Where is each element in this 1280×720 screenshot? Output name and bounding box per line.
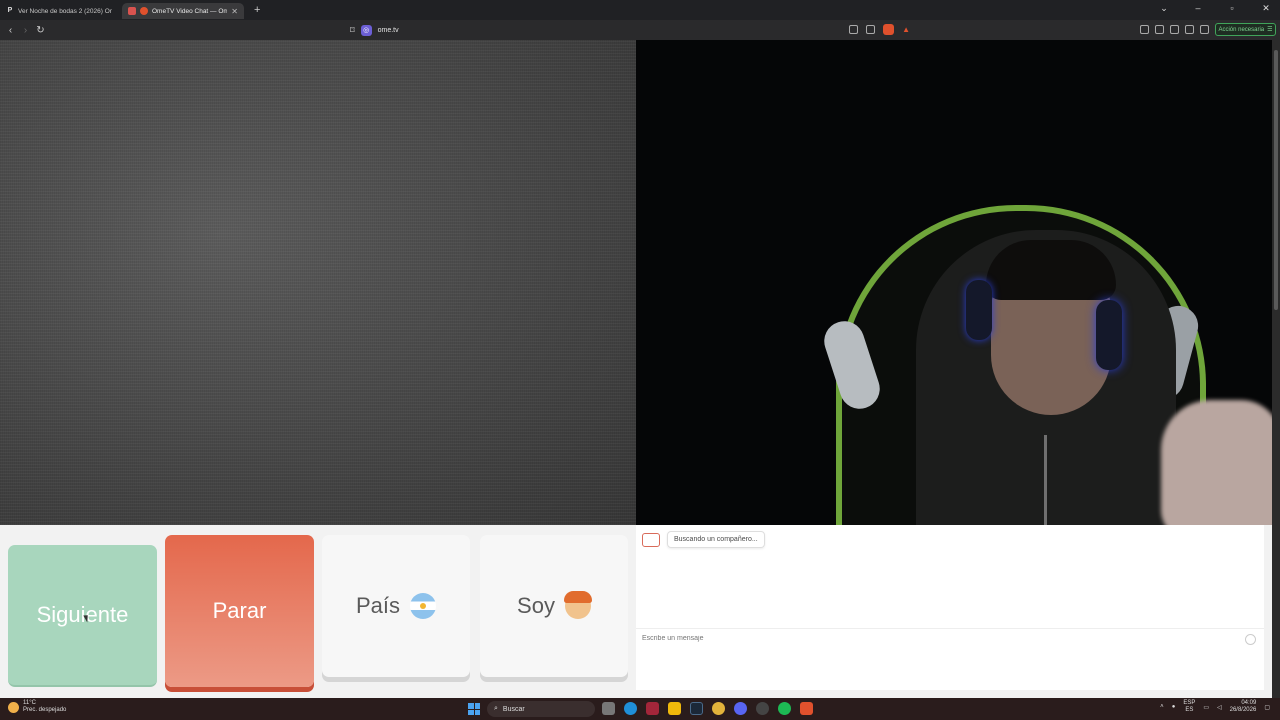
start-button[interactable] [468, 703, 480, 715]
clock-time: 04:09 [1241, 700, 1257, 706]
close-tab-icon[interactable]: ✕ [231, 7, 238, 16]
weather-text: 11°C Prec. despejado [23, 700, 66, 714]
tab-noche-de-bodas[interactable]: P Ver Noche de bodas 2 (2026) Online [0, 3, 118, 19]
spotify-icon[interactable] [778, 702, 791, 715]
volume-icon[interactable]: ◁ [1217, 704, 1222, 711]
hair [986, 240, 1116, 300]
binance-icon[interactable] [668, 702, 681, 715]
action-required-label: Acción necesaria [1218, 26, 1265, 33]
mic-icon[interactable]: ● [1172, 704, 1176, 710]
scrollbar-thumb[interactable] [1274, 50, 1278, 310]
ometv-page: Siguiente Parar País Soy Buscando un com… [0, 40, 1272, 698]
wallet-icon[interactable] [1170, 25, 1179, 34]
tab-ometv[interactable]: OmeTV Video Chat — Omegle ✕ [122, 3, 244, 19]
action-required-button[interactable]: Acción necesaria ☰ [1215, 23, 1276, 36]
boy-emoji-icon [563, 591, 592, 619]
search-label: Buscar [502, 705, 525, 713]
extensions-icon[interactable] [1140, 25, 1149, 34]
country-label: País [355, 593, 401, 618]
mute-icon[interactable] [128, 7, 136, 15]
gender-label: Soy [517, 593, 555, 618]
obs-icon[interactable] [756, 702, 769, 715]
omnibox[interactable]: ⌑ ◎ ome.tv ▲ [350, 22, 910, 38]
ome-favicon-icon [140, 7, 148, 15]
chrome-icon[interactable] [712, 702, 725, 715]
taskbar-apps [602, 702, 813, 715]
tab-title: OmeTV Video Chat — Omegle [152, 7, 228, 15]
task-view-icon[interactable] [602, 702, 615, 715]
brave-icon[interactable] [800, 702, 813, 715]
ometv-logo-icon [642, 533, 660, 547]
translate-icon[interactable] [849, 25, 859, 34]
back-icon[interactable]: ‹ [3, 25, 18, 36]
vpn-icon[interactable] [1200, 25, 1209, 34]
new-tab-button[interactable]: + [254, 4, 260, 16]
p-favicon-icon: P [7, 7, 13, 14]
address-bar: ‹ › ↻ ⌑ ◎ ome.tv ▲ [0, 20, 1280, 40]
clock[interactable]: 04:09 26/8/2026 [1230, 700, 1257, 714]
app-icon[interactable] [646, 702, 659, 715]
country-button[interactable]: País [322, 535, 470, 677]
menu-icon: ☰ [1267, 27, 1273, 33]
omnibox-actions: ▲ [849, 24, 910, 35]
steam-icon[interactable] [690, 702, 703, 715]
notifications-icon[interactable]: ▢ [1264, 704, 1270, 711]
headset-left [966, 280, 992, 340]
cast-icon[interactable] [866, 25, 876, 34]
gender-button[interactable]: Soy [480, 535, 628, 677]
discord-icon[interactable] [734, 702, 747, 715]
url-text[interactable]: ome.tv [378, 27, 399, 34]
close-window-icon[interactable]: ✕ [1258, 3, 1274, 14]
stop-label: Parar [212, 598, 267, 623]
minimize-icon[interactable]: – [1190, 3, 1206, 14]
bookmark-icon[interactable]: ⌑ [350, 25, 355, 36]
chat-status-message: Buscando un compañero... [667, 531, 765, 548]
forward-icon[interactable]: › [18, 25, 33, 36]
tab-title: Ver Noche de bodas 2 (2026) Online [18, 7, 112, 15]
chat-input-area [636, 628, 1264, 650]
lang-primary: ESP [1183, 700, 1196, 706]
leo-ai-icon[interactable] [1185, 25, 1194, 34]
extension-icons [1140, 25, 1209, 34]
maximize-icon[interactable]: ▫ [1224, 3, 1240, 14]
stop-button[interactable]: Parar [165, 535, 314, 687]
brave-rewards-icon[interactable]: ▲ [902, 25, 910, 34]
clock-date: 26/8/2026 [1229, 707, 1257, 713]
brave-shields-icon[interactable] [883, 24, 895, 35]
hand [1161, 400, 1272, 525]
edge-icon[interactable] [624, 702, 637, 715]
tab-search-icon[interactable]: ⌄ [1156, 3, 1172, 14]
tab-bar: P Ver Noche de bodas 2 (2026) Online Ome… [0, 0, 1280, 20]
argentina-flag-icon [410, 593, 437, 619]
weather-desc: Prec. despejado [23, 707, 67, 713]
system-tray: ˄ ● ESP ES ▭ ◁ 04:09 26/8/2026 ▢ [1160, 700, 1270, 714]
self-video [636, 40, 1272, 525]
search-icon: ⌕ [494, 705, 498, 712]
weather-temp: 11°C [23, 700, 36, 706]
language-indicator[interactable]: ESP ES [1183, 700, 1195, 714]
partner-video [0, 40, 636, 525]
next-button[interactable]: Siguiente [8, 545, 157, 687]
chat-message-input[interactable] [642, 635, 1232, 642]
reload-icon[interactable]: ↻ [33, 25, 48, 36]
weather-sun-icon [8, 701, 19, 713]
chat-panel: Buscando un compañero... [636, 525, 1264, 690]
weather-widget[interactable]: 11°C Prec. despejado [8, 700, 66, 714]
video-controls: Siguiente Parar País Soy [0, 525, 636, 698]
video-static [0, 40, 636, 525]
network-icon[interactable]: ▭ [1203, 704, 1209, 711]
window-controls: ⌄ – ▫ ✕ [1156, 3, 1274, 14]
site-info-icon[interactable]: ◎ [360, 24, 372, 36]
lang-secondary: ES [1185, 707, 1194, 713]
emoji-icon[interactable] [1245, 634, 1256, 645]
hoodie-zipper [1044, 435, 1047, 525]
sidebar-icon[interactable] [1155, 25, 1164, 34]
taskbar-search[interactable]: ⌕ Buscar [487, 701, 595, 717]
windows-taskbar: 11°C Prec. despejado ⌕ Buscar ˄ ● ESP ES… [0, 698, 1280, 720]
tray-overflow-icon[interactable]: ˄ [1160, 704, 1164, 710]
page-scrollbar[interactable] [1272, 40, 1280, 698]
headset-right [1096, 300, 1122, 370]
